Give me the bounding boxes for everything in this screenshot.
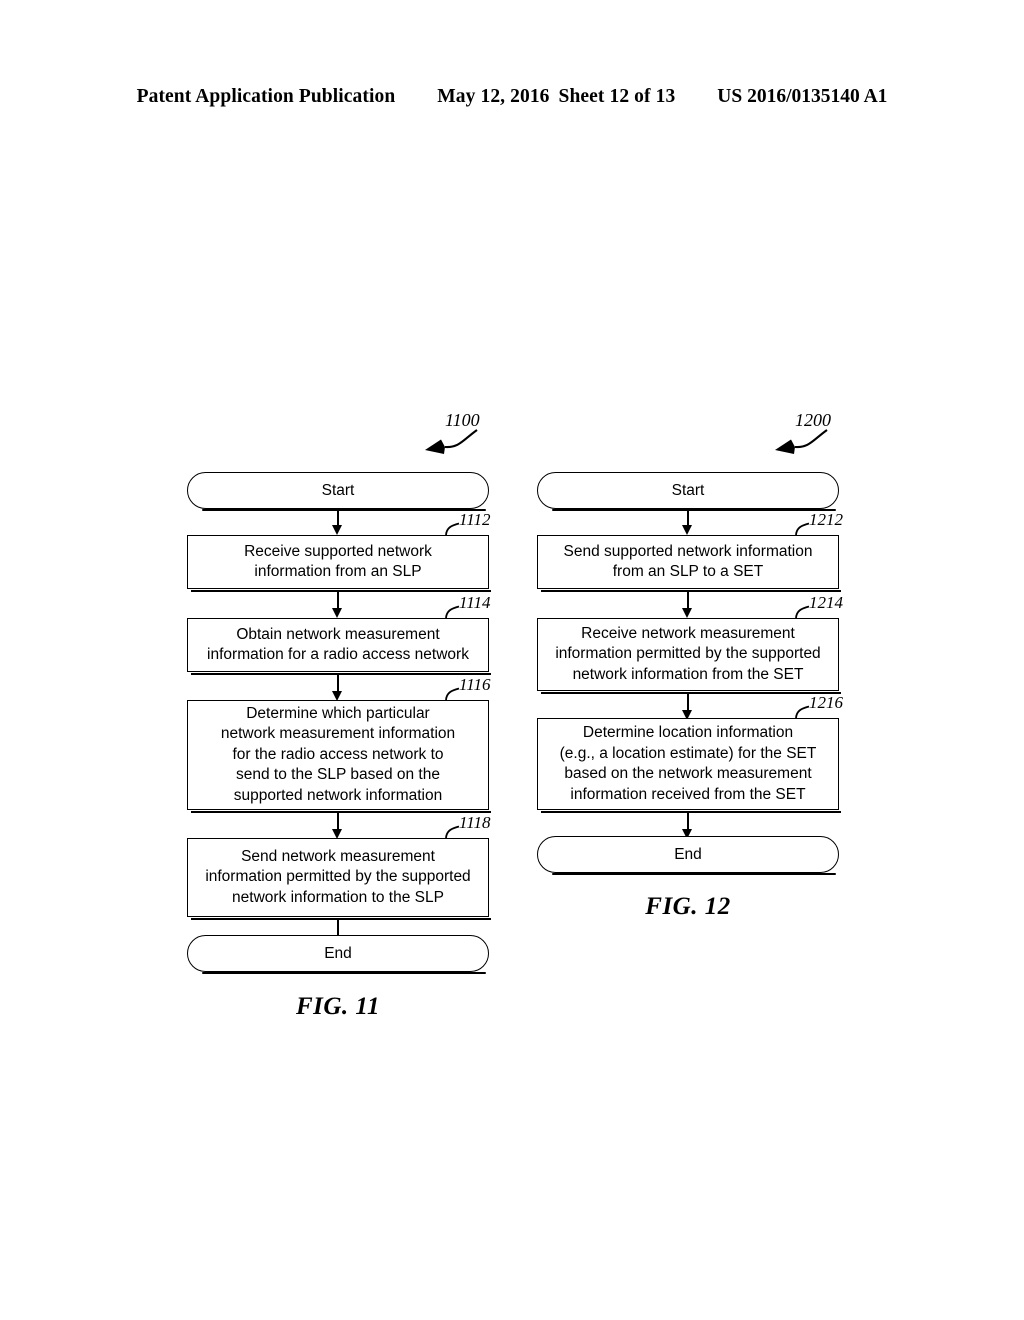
step-text: Receive supported network information fr… [244, 542, 432, 581]
fig12-connector-1212-to-1214 [682, 592, 693, 618]
fig11-end-terminator: End [187, 935, 489, 974]
fig12-ref-hook-1212 [795, 522, 810, 536]
fig12-connector-start-to-1212 [682, 509, 693, 535]
fig11-ref-number-1116: 1116 [459, 675, 491, 694]
fig12-end-terminator: End [537, 836, 839, 875]
step-text: Receive network measurement information … [555, 624, 821, 683]
fig12-ref-hook-1214 [795, 605, 810, 619]
fig11-ref-hook-1112 [445, 522, 460, 536]
publication-date: May 12, 2016 [437, 86, 550, 107]
step-text: Determine which particular network measu… [220, 704, 456, 804]
fig11-step-1114: Obtain network measurement information f… [187, 618, 491, 676]
fig12-ref-number-1214: 1214 [809, 593, 843, 612]
patent-number: US 2016/0135140 A1 [717, 86, 888, 107]
fig11-ref-hook-1116 [445, 687, 460, 701]
fig12-caption: FIG. 12 [645, 893, 731, 920]
fig11-ref-hook-1114 [445, 605, 460, 619]
fig12-ref-number-1212: 1212 [809, 510, 843, 529]
page-header: Patent Application Publication May 12, 2… [0, 86, 1024, 114]
fig12-ref-hook-1216 [795, 705, 810, 719]
fig12-step-1214: Receive network measurement information … [537, 618, 841, 695]
fig11-connector-1112-to-1114 [332, 592, 343, 618]
fig12-start-terminator: Start [537, 472, 839, 511]
fig11-connector-1118-to-end [332, 920, 343, 945]
fig11-connector-1114-to-1116 [332, 675, 343, 701]
fig11-step-1112: Receive supported network information fr… [187, 535, 491, 593]
terminator-label: Start [321, 481, 355, 499]
fig11-connector-1116-to-1118 [332, 813, 343, 839]
publication-type-label: Patent Application Publication [136, 86, 396, 107]
fig11-start-terminator: Start [187, 472, 489, 511]
fig11-ref-number-1114: 1114 [459, 593, 491, 612]
fig12-connector-1216-to-end [682, 813, 693, 839]
fig11-step-1118: Send network measurement information per… [187, 838, 491, 921]
fig12-step-1212: Send supported network information from … [537, 535, 841, 593]
fig12-ref-number-1216: 1216 [809, 693, 843, 712]
step-text: Determine location information (e.g., a … [559, 724, 817, 803]
step-text: Send network measurement information per… [205, 847, 471, 906]
fig12-connector-1214-to-1216 [682, 694, 693, 720]
terminator-label: End [324, 944, 352, 962]
sheet-number: Sheet 12 of 13 [558, 86, 676, 107]
fig11-ref-hook-1118 [445, 825, 460, 839]
fig11-caption: FIG. 11 [295, 993, 381, 1020]
step-text: Send supported network information from … [563, 542, 813, 581]
terminator-label: Start [671, 481, 705, 499]
step-text: Obtain network measurement information f… [207, 625, 469, 664]
terminator-label: End [674, 845, 702, 863]
fig11-step-1116: Determine which particular network measu… [187, 700, 491, 814]
fig11-connector-start-to-1112 [332, 509, 343, 535]
fig12-step-1216: Determine location information (e.g., a … [537, 718, 841, 814]
fig11-ref-number-1112: 1112 [459, 510, 491, 529]
fig11-ref-number-1118: 1118 [459, 813, 491, 832]
